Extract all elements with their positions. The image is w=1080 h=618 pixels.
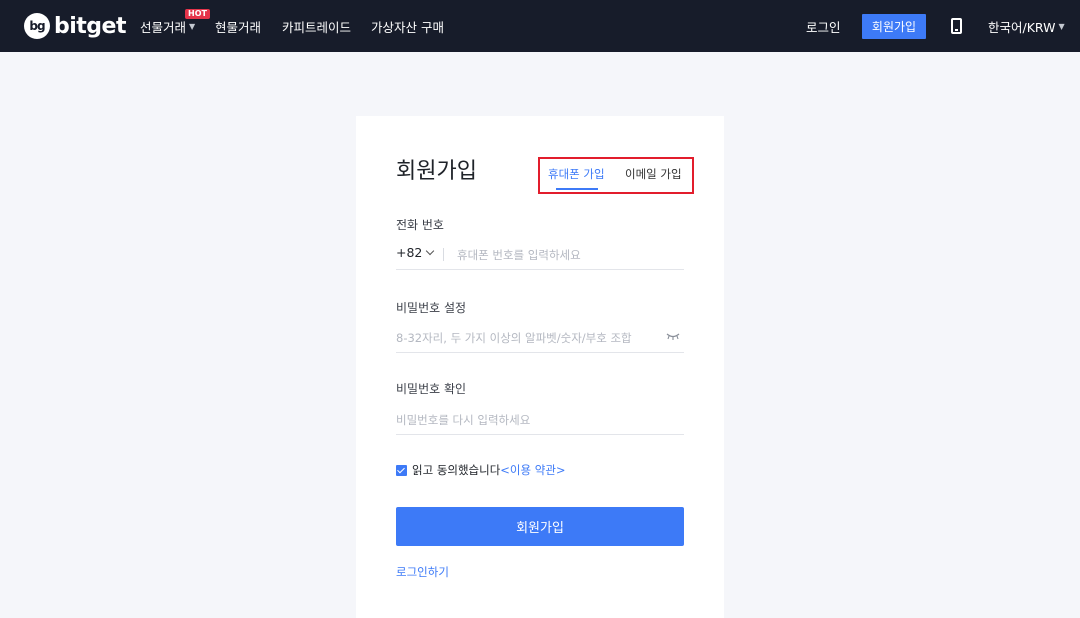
phone-input[interactable]: 휴대폰 번호를 입력하세요 [457,247,581,263]
phone-label: 전화 번호 [396,218,444,232]
signup-card: 회원가입 휴대폰 가입 이메일 가입 전화 번호 +82 휴대폰 번호를 입력하… [356,116,724,618]
eye-closed-icon[interactable] [666,332,680,340]
agree-text: 읽고 동의했습니다<이용 약관> [412,462,566,478]
confirm-password-input[interactable]: 비밀번호를 다시 입력하세요 [396,412,530,428]
login-link-top[interactable]: 로그인 [806,0,841,52]
divider [443,248,444,261]
agree-checkbox[interactable] [396,465,407,476]
caret-down-icon: ▼ [189,21,196,31]
logo-mark-icon: bg [24,13,50,39]
confirm-password-label: 비밀번호 확인 [396,382,467,396]
language-selector[interactable]: 한국어/KRW ▼ [988,0,1065,52]
tab-phone-signup[interactable]: 휴대폰 가입 [548,166,605,182]
nav-futures[interactable]: 선물거래 ▼ HOT [140,0,210,52]
tab-email-signup[interactable]: 이메일 가입 [625,166,682,182]
agree-label: 읽고 동의했습니다 [412,463,501,477]
country-code: +82 [396,245,423,260]
phone-input-underline [396,269,684,270]
logo-text: bitget [54,13,127,39]
mobile-phone-icon[interactable] [951,18,962,34]
signup-button-top[interactable]: 회원가입 [862,14,926,39]
bitget-logo[interactable]: bg bitget [24,12,127,40]
top-navigation: bg bitget 선물거래 ▼ HOT 현물거래 카피트레이드 가상자산 구매… [0,0,1080,52]
nav-futures-label: 선물거래 [140,19,187,35]
caret-down-icon: ▼ [1058,21,1065,31]
hot-badge: HOT [185,9,210,19]
nav-spot[interactable]: 현물거래 [215,0,261,52]
login-link[interactable]: 로그인하기 [396,564,449,580]
password-input-underline [396,352,684,353]
active-tab-underline [556,188,598,190]
language-label: 한국어/KRW [988,19,1056,35]
nav-buy-crypto[interactable]: 가상자산 구매 [371,0,444,52]
country-code-selector[interactable]: +82 [396,245,435,260]
password-label: 비밀번호 설정 [396,301,467,315]
confirm-input-underline [396,434,684,435]
terms-link[interactable]: <이용 약관> [500,463,565,477]
page-title: 회원가입 [396,159,477,184]
chevron-down-icon [426,246,435,255]
password-input[interactable]: 8-32자리, 두 가지 이상의 알파벳/숫자/부호 조합 [396,330,632,346]
signup-submit-button[interactable]: 회원가입 [396,507,684,546]
nav-copy-trade[interactable]: 카피트레이드 [282,0,351,52]
